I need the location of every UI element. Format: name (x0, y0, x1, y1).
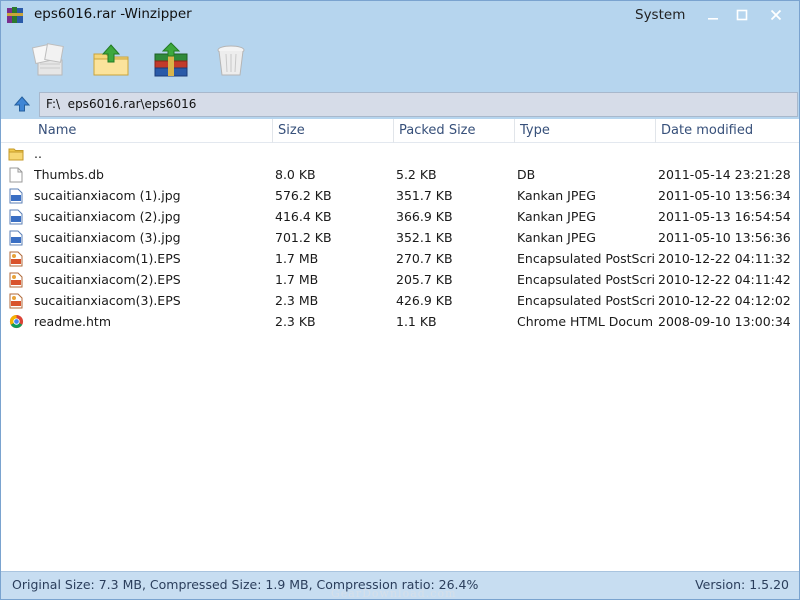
file-packed-size: 426.9 KB (396, 293, 453, 308)
file-packed-size: 1.1 KB (396, 314, 437, 329)
file-packed-size: 270.7 KB (396, 251, 453, 266)
jpeg-icon (7, 185, 25, 206)
file-size: 576.2 KB (275, 188, 332, 203)
jpeg-icon (7, 206, 25, 227)
file-size (275, 143, 392, 164)
file-name: .. (34, 146, 42, 161)
eps-icon (7, 248, 25, 269)
table-row[interactable]: sucaitianxiacom (1).jpg 576.2 KB 351.7 K… (1, 185, 799, 206)
file-packed-size (396, 143, 513, 164)
file-date: 2011-05-10 13:56:34 (658, 188, 791, 203)
maximize-icon[interactable] (731, 5, 753, 25)
winzipper-app-icon[interactable] (6, 5, 26, 25)
table-row[interactable]: sucaitianxiacom(3).EPS 2.3 MB 426.9 KB E… (1, 290, 799, 311)
extract-icon (30, 42, 68, 81)
table-row[interactable]: sucaitianxiacom (2).jpg 416.4 KB 366.9 K… (1, 206, 799, 227)
file-date: 2011-05-14 23:21:28 (658, 167, 791, 182)
file-size: 1.7 MB (275, 272, 319, 287)
file-size: 2.3 MB (275, 293, 319, 308)
file-list: .. Thumbs.db 8.0 KB 5.2 KB DB 2011-05-14… (1, 143, 799, 332)
jpeg-icon (7, 227, 25, 248)
file-name: sucaitianxiacom(3).EPS (34, 293, 181, 308)
column-header-type[interactable]: Type (515, 119, 656, 143)
file-name: sucaitianxiacom (2).jpg (34, 209, 181, 224)
system-menu[interactable]: System (635, 7, 685, 23)
eps-icon (7, 269, 25, 290)
file-type: DB (517, 167, 536, 182)
arrow-up-icon[interactable] (11, 94, 33, 114)
file-icon (7, 164, 25, 185)
table-row[interactable]: sucaitianxiacom (3).jpg 701.2 KB 352.1 K… (1, 227, 799, 248)
file-date: 2010-12-22 04:11:42 (658, 272, 791, 287)
table-row[interactable]: .. (1, 143, 799, 164)
version-label: Version: 1.5.20 (695, 577, 789, 592)
file-size: 8.0 KB (275, 167, 316, 182)
file-type (517, 143, 654, 164)
file-size: 1.7 MB (275, 251, 319, 266)
file-packed-size: 351.7 KB (396, 188, 453, 203)
column-header-packed-size[interactable]: Packed Size (394, 119, 515, 143)
file-type: Kankan JPEG (517, 209, 596, 224)
file-size: 2.3 KB (275, 314, 316, 329)
file-packed-size: 5.2 KB (396, 167, 437, 182)
path-field[interactable]: F:\ eps6016.rar\eps6016 (39, 92, 798, 117)
file-type: Encapsulated PostScri... (517, 251, 654, 266)
table-row[interactable]: readme.htm 2.3 KB 1.1 KB Chrome HTML Doc… (1, 311, 799, 332)
eps-icon (7, 290, 25, 311)
column-header-name[interactable]: Name (33, 119, 273, 143)
file-size: 416.4 KB (275, 209, 332, 224)
file-name: sucaitianxiacom(1).EPS (34, 251, 181, 266)
file-packed-size: 352.1 KB (396, 230, 453, 245)
extract-button[interactable] (29, 41, 69, 81)
chrome-icon (7, 311, 25, 332)
file-list-header: Name Size Packed Size Type Date modified (1, 119, 799, 143)
file-date: 2008-09-10 13:00:34 (658, 314, 791, 329)
file-type: Encapsulated PostScri... (517, 272, 654, 287)
file-name: sucaitianxiacom(2).EPS (34, 272, 181, 287)
file-name: readme.htm (34, 314, 111, 329)
delete-icon (212, 42, 250, 81)
file-date: 2011-05-13 16:54:54 (658, 209, 791, 224)
app-window: eps6016.rar -Winzipper System F:\ eps601… (0, 0, 800, 600)
folder-icon (7, 143, 25, 164)
file-date: 2010-12-22 04:12:02 (658, 293, 791, 308)
table-row[interactable]: Thumbs.db 8.0 KB 5.2 KB DB 2011-05-14 23… (1, 164, 799, 185)
folder-up-icon (92, 42, 130, 81)
file-name: sucaitianxiacom (1).jpg (34, 188, 181, 203)
column-header-date-modified[interactable]: Date modified (656, 119, 799, 143)
address-bar: F:\ eps6016.rar\eps6016 (1, 89, 799, 119)
file-name: sucaitianxiacom (3).jpg (34, 230, 181, 245)
file-date (658, 143, 798, 164)
add-to-archive-button[interactable] (151, 41, 191, 81)
window-title: eps6016.rar -Winzipper (34, 6, 192, 22)
file-type: Chrome HTML Docum... (517, 314, 654, 329)
file-type: Kankan JPEG (517, 230, 596, 245)
file-size: 701.2 KB (275, 230, 332, 245)
close-icon[interactable] (765, 5, 787, 25)
delete-button[interactable] (211, 41, 251, 81)
file-packed-size: 366.9 KB (396, 209, 453, 224)
file-date: 2010-12-22 04:11:32 (658, 251, 791, 266)
file-type: Kankan JPEG (517, 188, 596, 203)
watermark: GearDownload.com (331, 587, 457, 600)
column-header-size[interactable]: Size (273, 119, 394, 143)
table-row[interactable]: sucaitianxiacom(2).EPS 1.7 MB 205.7 KB E… (1, 269, 799, 290)
file-type: Encapsulated PostScri... (517, 293, 654, 308)
minimize-icon[interactable] (702, 5, 724, 25)
title-bar: eps6016.rar -Winzipper System (1, 1, 799, 89)
file-date: 2011-05-10 13:56:36 (658, 230, 791, 245)
table-row[interactable]: sucaitianxiacom(1).EPS 1.7 MB 270.7 KB E… (1, 248, 799, 269)
folder-up-button[interactable] (91, 41, 131, 81)
file-name: Thumbs.db (34, 167, 104, 182)
file-packed-size: 205.7 KB (396, 272, 453, 287)
add-to-archive-icon (152, 41, 190, 81)
